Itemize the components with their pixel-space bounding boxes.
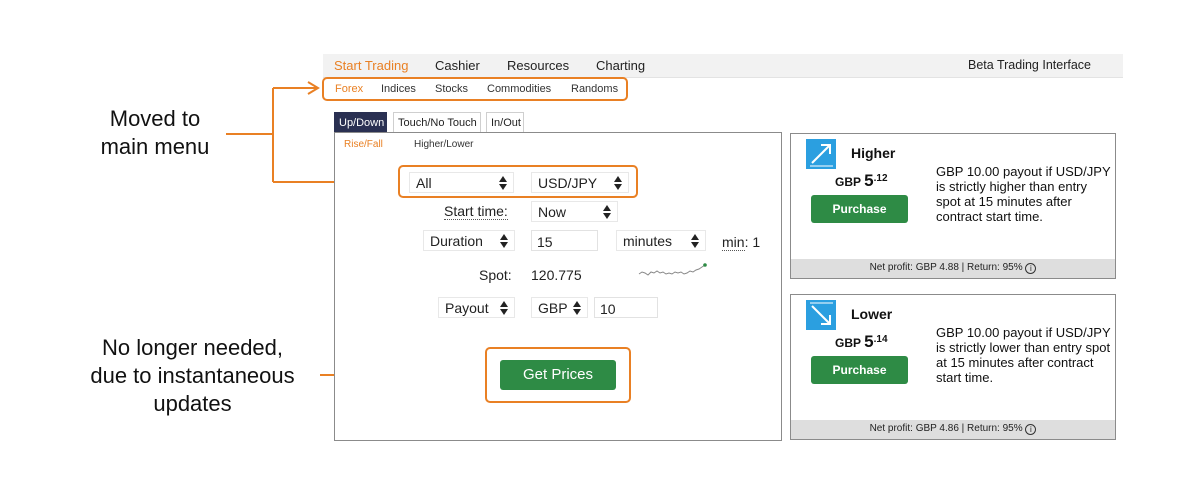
underlying-select-value: USD/JPY	[538, 175, 598, 191]
currency-select[interactable]: GBP	[531, 297, 588, 318]
annotation-moved-to-main-menu: Moved to main menu	[80, 105, 230, 161]
price-currency: GBP	[835, 336, 861, 350]
get-prices-button[interactable]: Get Prices	[500, 360, 616, 390]
annotation-line: No longer needed,	[101, 335, 284, 360]
market-select[interactable]: All	[409, 172, 514, 193]
card-footer: Net profit: GBP 4.86 | Return: 95% i	[791, 420, 1115, 439]
annotation-line: updates	[153, 391, 232, 416]
start-time-value: Now	[538, 204, 567, 220]
info-icon[interactable]: i	[1025, 424, 1037, 435]
price-major: 5	[864, 332, 874, 351]
net-profit-text: Net profit: GBP 4.86 | Return: 95%	[869, 423, 1023, 434]
price-major: 5	[864, 171, 874, 190]
spot-value: 120.775	[531, 267, 582, 283]
price-minor: .12	[873, 173, 888, 184]
annotation-no-longer-needed: No longer needed, due to instantaneous u…	[65, 334, 320, 418]
duration-type-select[interactable]: Duration	[423, 230, 515, 251]
submenu-indices[interactable]: Indices	[381, 83, 416, 95]
card-description: GBP 10.00 payout if USD/JPY is strictly …	[936, 164, 1111, 224]
start-time-select[interactable]: Now	[531, 201, 618, 222]
price-currency: GBP	[835, 175, 861, 189]
annotation-line: due to instantaneous	[90, 363, 295, 388]
beta-trading-interface-link[interactable]: Beta Trading Interface	[968, 58, 1091, 72]
contract-card-lower: Lower GBP 5.14 Purchase GBP 10.00 payout…	[790, 294, 1116, 440]
start-time-label: Start time:	[444, 203, 508, 220]
payout-amount-input[interactable]	[594, 297, 658, 318]
net-profit-text: Net profit: GBP 4.88 | Return: 95%	[869, 262, 1023, 273]
subtab-higher-lower[interactable]: Higher/Lower	[414, 139, 473, 150]
duration-amount-input[interactable]	[531, 230, 598, 251]
duration-min-hint: min: 1	[722, 234, 761, 251]
annotation-line: main menu	[100, 134, 210, 159]
annotation-line: Moved to	[109, 106, 201, 131]
price-minor: .14	[873, 334, 888, 345]
select-arrows-icon	[614, 175, 622, 191]
spot-sparkline	[638, 263, 707, 276]
top-menu-charting[interactable]: Charting	[596, 58, 645, 73]
submenu-commodities[interactable]: Commodities	[487, 83, 551, 95]
tab-up-down[interactable]: Up/Down	[334, 112, 387, 132]
payout-type-value: Payout	[445, 300, 489, 316]
select-arrows-icon	[691, 233, 699, 249]
purchase-button-lower[interactable]: Purchase	[811, 356, 908, 384]
duration-unit-value: minutes	[623, 233, 673, 249]
currency-select-value: GBP	[538, 300, 568, 316]
select-arrows-icon	[499, 175, 507, 191]
arrow-up-right-icon	[806, 139, 836, 169]
top-menu-cashier[interactable]: Cashier	[435, 58, 480, 73]
card-price: GBP 5.12	[835, 171, 888, 191]
select-arrows-icon	[500, 233, 508, 249]
market-select-value: All	[416, 175, 432, 191]
top-menu-resources[interactable]: Resources	[507, 58, 569, 73]
card-title: Higher	[851, 145, 896, 161]
card-footer: Net profit: GBP 4.88 | Return: 95% i	[791, 259, 1115, 278]
arrow-down-right-icon	[806, 300, 836, 330]
underlying-select[interactable]: USD/JPY	[531, 172, 629, 193]
card-price: GBP 5.14	[835, 332, 888, 352]
min-label: min	[722, 234, 745, 251]
submenu-stocks[interactable]: Stocks	[435, 83, 468, 95]
spot-label: Spot:	[479, 267, 512, 283]
duration-unit-select[interactable]: minutes	[616, 230, 706, 251]
duration-type-value: Duration	[430, 233, 483, 249]
contract-card-higher: Higher GBP 5.12 Purchase GBP 10.00 payou…	[790, 133, 1116, 279]
select-arrows-icon	[500, 300, 508, 316]
purchase-button-higher[interactable]: Purchase	[811, 195, 908, 223]
select-arrows-icon	[573, 300, 581, 316]
tab-in-out[interactable]: In/Out	[486, 112, 524, 132]
card-description: GBP 10.00 payout if USD/JPY is strictly …	[936, 325, 1111, 385]
info-icon[interactable]: i	[1025, 263, 1037, 274]
submenu-forex[interactable]: Forex	[335, 83, 363, 95]
card-title: Lower	[851, 306, 893, 322]
top-menu-start-trading[interactable]: Start Trading	[334, 58, 408, 73]
arrowhead-icon	[307, 81, 320, 95]
tab-touch-no-touch[interactable]: Touch/No Touch	[393, 112, 481, 132]
subtab-rise-fall[interactable]: Rise/Fall	[344, 139, 383, 150]
select-arrows-icon	[603, 204, 611, 220]
submenu-randoms[interactable]: Randoms	[571, 83, 618, 95]
top-menu-bar: Start Trading Cashier Resources Charting…	[323, 54, 1123, 78]
payout-type-select[interactable]: Payout	[438, 297, 515, 318]
min-value: : 1	[744, 234, 761, 250]
